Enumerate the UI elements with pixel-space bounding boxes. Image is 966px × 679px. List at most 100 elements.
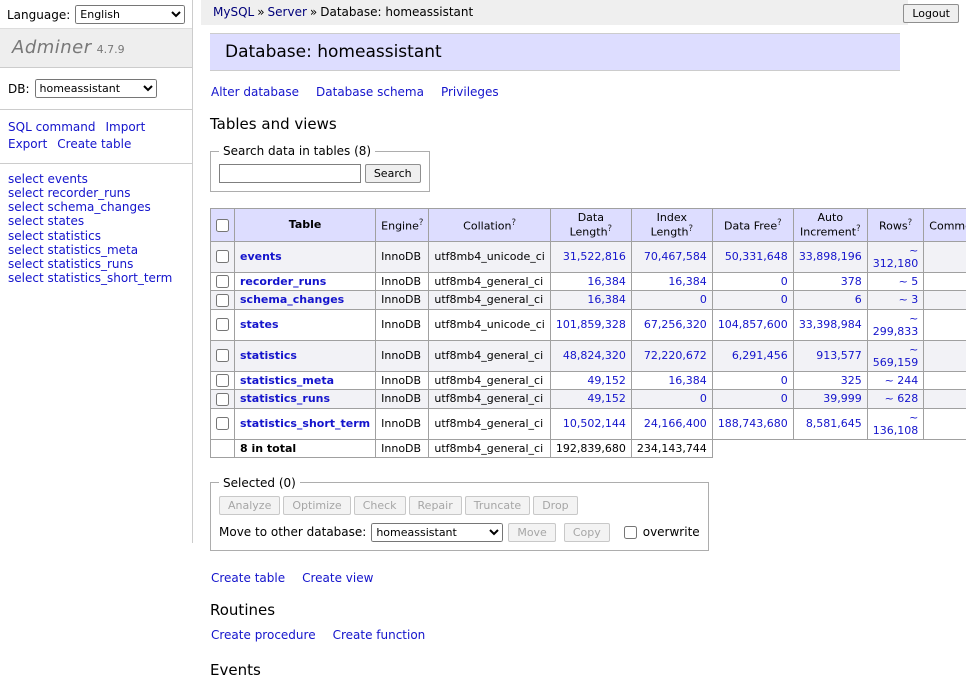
auto-increment-link[interactable]: 33,398,984 — [799, 318, 862, 331]
auto-increment-link[interactable]: 8,581,645 — [806, 417, 862, 430]
move-button[interactable]: Move — [508, 523, 556, 542]
table-name-link[interactable]: statistics_runs — [47, 257, 133, 271]
help-link[interactable]: ? — [908, 218, 913, 228]
create-view-link[interactable]: Create view — [302, 571, 373, 585]
index-length-link[interactable]: 16,384 — [668, 275, 707, 288]
create-procedure-link[interactable]: Create procedure — [211, 628, 316, 642]
auto-increment-link[interactable]: 325 — [841, 374, 862, 387]
rows-link[interactable]: ~ 569,159 — [873, 343, 919, 369]
help-link[interactable]: ? — [419, 218, 424, 228]
search-button[interactable]: Search — [365, 164, 421, 183]
optimize-button[interactable]: Optimize — [283, 496, 350, 515]
import-link[interactable]: Import — [105, 120, 145, 134]
alter-database-link[interactable]: Alter database — [211, 85, 299, 99]
rows-link[interactable]: ~ 312,180 — [873, 244, 919, 270]
index-length-link[interactable]: 70,467,584 — [644, 250, 707, 263]
breadcrumb-server-link[interactable]: Server — [268, 5, 307, 19]
row-checkbox[interactable] — [216, 393, 229, 406]
row-checkbox[interactable] — [216, 417, 229, 430]
data-free-link[interactable]: 0 — [781, 374, 788, 387]
row-checkbox[interactable] — [216, 250, 229, 263]
data-length-link[interactable]: 101,859,328 — [556, 318, 626, 331]
rows-link[interactable]: ~ 299,833 — [873, 312, 919, 338]
database-schema-link[interactable]: Database schema — [316, 85, 424, 99]
create-table-link[interactable]: Create table — [57, 137, 131, 151]
rows-link[interactable]: ~ 244 — [885, 374, 919, 387]
data-length-link[interactable]: 16,384 — [587, 293, 626, 306]
data-free-link[interactable]: 0 — [781, 293, 788, 306]
select-link[interactable]: select — [8, 271, 44, 285]
select-link[interactable]: select — [8, 229, 44, 243]
index-length-link[interactable]: 0 — [700, 293, 707, 306]
select-all-checkbox[interactable] — [216, 219, 229, 232]
data-free-link[interactable]: 50,331,648 — [725, 250, 788, 263]
truncate-button[interactable]: Truncate — [465, 496, 530, 515]
select-link[interactable]: select — [8, 172, 44, 186]
select-link[interactable]: select — [8, 243, 44, 257]
table-name-link[interactable]: statistics — [47, 229, 101, 243]
table-link[interactable]: statistics — [240, 349, 297, 362]
table-name-link[interactable]: recorder_runs — [47, 186, 130, 200]
data-length-link[interactable]: 49,152 — [587, 374, 626, 387]
data-length-link[interactable]: 31,522,816 — [563, 250, 626, 263]
index-length-link[interactable]: 0 — [700, 392, 707, 405]
table-link[interactable]: events — [240, 250, 282, 263]
help-link[interactable]: ? — [777, 218, 782, 228]
create-function-link[interactable]: Create function — [333, 628, 426, 642]
table-name-link[interactable]: schema_changes — [47, 200, 150, 214]
sql-command-link[interactable]: SQL command — [8, 120, 95, 134]
auto-increment-link[interactable]: 913,577 — [816, 349, 862, 362]
data-length-link[interactable]: 10,502,144 — [563, 417, 626, 430]
breadcrumb-mysql-link[interactable]: MySQL — [213, 5, 254, 19]
select-link[interactable]: select — [8, 200, 44, 214]
auto-increment-link[interactable]: 378 — [841, 275, 862, 288]
privileges-link[interactable]: Privileges — [441, 85, 499, 99]
data-length-link[interactable]: 16,384 — [587, 275, 626, 288]
table-link[interactable]: states — [240, 318, 279, 331]
index-length-link[interactable]: 24,166,400 — [644, 417, 707, 430]
auto-increment-link[interactable]: 33,898,196 — [799, 250, 862, 263]
overwrite-checkbox[interactable] — [624, 526, 637, 539]
data-free-link[interactable]: 0 — [781, 392, 788, 405]
row-checkbox[interactable] — [216, 275, 229, 288]
language-select[interactable]: English — [75, 5, 185, 24]
rows-link[interactable]: ~ 3 — [899, 293, 919, 306]
export-link[interactable]: Export — [8, 137, 47, 151]
table-link[interactable]: statistics_short_term — [240, 417, 370, 430]
analyze-button[interactable]: Analyze — [219, 496, 280, 515]
table-name-link[interactable]: events — [47, 172, 87, 186]
auto-increment-link[interactable]: 39,999 — [823, 392, 862, 405]
data-free-link[interactable]: 188,743,680 — [718, 417, 788, 430]
rows-link[interactable]: ~ 136,108 — [873, 411, 919, 437]
table-link[interactable]: recorder_runs — [240, 275, 326, 288]
table-name-link[interactable]: states — [47, 214, 84, 228]
row-checkbox[interactable] — [216, 318, 229, 331]
table-name-link[interactable]: statistics_short_term — [47, 271, 172, 285]
data-free-link[interactable]: 0 — [781, 275, 788, 288]
create-table-link-main[interactable]: Create table — [211, 571, 285, 585]
help-link[interactable]: ? — [608, 224, 613, 234]
move-db-select[interactable]: homeassistant — [371, 523, 503, 542]
data-length-link[interactable]: 49,152 — [587, 392, 626, 405]
select-link[interactable]: select — [8, 214, 44, 228]
table-link[interactable]: statistics_runs — [240, 392, 330, 405]
copy-button[interactable]: Copy — [564, 523, 610, 542]
select-link[interactable]: select — [8, 257, 44, 271]
help-link[interactable]: ? — [512, 218, 517, 228]
row-checkbox[interactable] — [216, 374, 229, 387]
index-length-link[interactable]: 72,220,672 — [644, 349, 707, 362]
rows-link[interactable]: ~ 628 — [885, 392, 919, 405]
index-length-link[interactable]: 67,256,320 — [644, 318, 707, 331]
drop-button[interactable]: Drop — [533, 496, 577, 515]
table-name-link[interactable]: statistics_meta — [47, 243, 138, 257]
check-button[interactable]: Check — [354, 496, 406, 515]
help-link[interactable]: ? — [856, 224, 861, 234]
data-free-link[interactable]: 104,857,600 — [718, 318, 788, 331]
data-length-link[interactable]: 48,824,320 — [563, 349, 626, 362]
table-link[interactable]: statistics_meta — [240, 374, 334, 387]
search-input[interactable] — [219, 164, 361, 183]
data-free-link[interactable]: 6,291,456 — [732, 349, 788, 362]
table-link[interactable]: schema_changes — [240, 293, 344, 306]
db-select[interactable]: homeassistant — [35, 79, 157, 98]
row-checkbox[interactable] — [216, 294, 229, 307]
